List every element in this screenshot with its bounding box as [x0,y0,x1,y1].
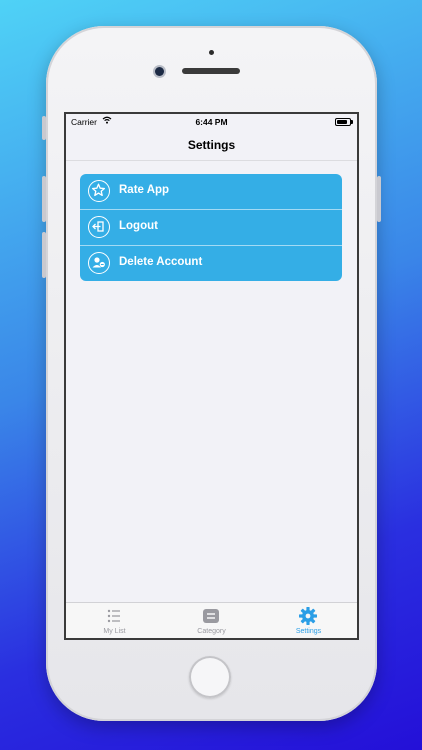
earpiece-speaker [182,68,240,74]
battery-level [337,120,347,124]
logout-label: Logout [119,220,158,232]
tab-category[interactable]: Category [163,603,260,638]
proximity-sensor [209,50,214,55]
home-button[interactable] [189,656,231,698]
clock: 6:44 PM [195,117,228,127]
category-icon [201,607,221,625]
tab-settings-label: Settings [295,628,322,635]
volume-up-button [42,176,46,222]
delete-account-label: Delete Account [119,256,203,268]
app-screen: Carrier 6:44 PM Settings Rate App Logout… [66,114,357,638]
logout-icon [88,216,110,238]
logout-button[interactable]: Logout [80,210,342,246]
power-button [377,176,381,222]
list-icon [104,607,124,625]
tab-category-label: Category [197,628,226,635]
mute-switch [42,116,46,140]
navigation-bar: Settings [66,130,357,161]
delete-user-icon [88,252,110,274]
settings-menu: Rate App Logout Delete Account [80,174,342,281]
star-icon [88,180,110,202]
delete-account-button[interactable]: Delete Account [80,246,342,281]
tab-my-list[interactable]: My List [66,603,163,638]
tab-bar: My List Category Settings [66,602,357,638]
page-title: Settings [187,138,236,152]
tab-my-list-label: My List [103,628,126,635]
battery-icon [335,118,353,126]
rate-app-label: Rate App [119,184,170,196]
front-camera [155,67,164,76]
status-bar: Carrier 6:44 PM [66,114,357,130]
rate-app-button[interactable]: Rate App [80,174,342,210]
gear-icon [298,607,318,625]
tab-settings[interactable]: Settings [260,603,357,638]
volume-down-button [42,232,46,278]
